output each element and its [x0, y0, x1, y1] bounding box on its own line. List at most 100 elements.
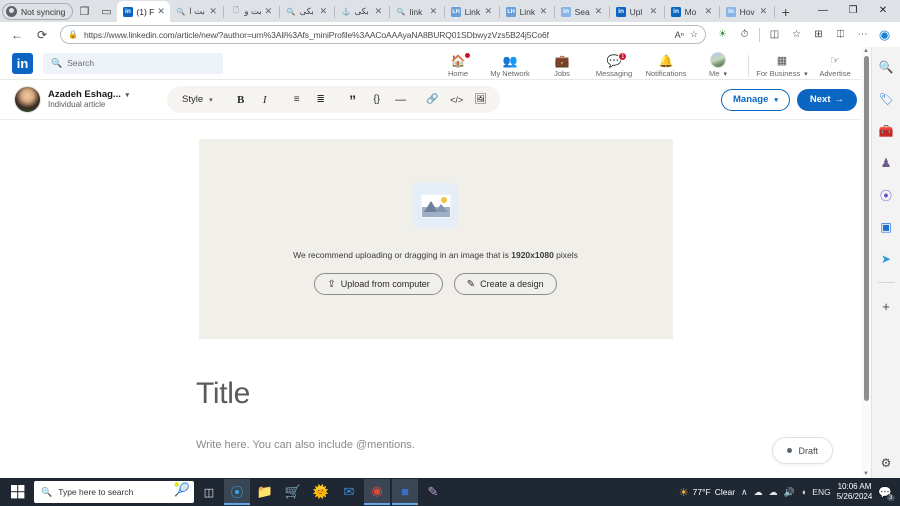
- browser-tab[interactable]: in Upl ✕: [611, 1, 663, 22]
- close-icon[interactable]: ✕: [430, 6, 438, 17]
- microsoft-365-icon[interactable]: ⦿: [876, 185, 896, 205]
- profile-sync-button[interactable]: Not syncing: [2, 3, 74, 20]
- favorites-icon[interactable]: ☆: [787, 25, 806, 44]
- browser-tab[interactable]: 🔍 بکی ✕: [281, 1, 333, 22]
- nav-item-my-network[interactable]: 👥 My Network: [484, 47, 536, 80]
- copilot-icon[interactable]: ◉: [875, 25, 894, 44]
- cloud-icon[interactable]: ☁: [769, 487, 778, 498]
- divider-icon[interactable]: —: [390, 89, 412, 110]
- code-block-icon[interactable]: {}: [366, 89, 388, 110]
- taskbar-search-input[interactable]: 🔍 Type here to search 🎾: [34, 481, 194, 503]
- inline-code-icon[interactable]: </>: [446, 89, 468, 110]
- edge-icon[interactable]: ⦿: [224, 479, 250, 505]
- add-sidebar-app-button[interactable]: +: [876, 296, 896, 316]
- microsoft-store-icon[interactable]: 🛒: [280, 479, 306, 505]
- manage-button[interactable]: Manage ▾: [721, 88, 790, 111]
- close-icon[interactable]: ✕: [265, 6, 273, 17]
- nav-item-notifications[interactable]: 🔔 Notifications: [640, 47, 692, 80]
- nav-item-advertise[interactable]: ☞ Advertise: [811, 47, 859, 80]
- browser-tab[interactable]: in Mo ✕: [666, 1, 718, 22]
- author-selector[interactable]: Azadeh Eshag... ▾ Individual article: [14, 86, 129, 113]
- upload-from-computer-button[interactable]: ⇪ Upload from computer: [314, 273, 443, 295]
- close-icon[interactable]: ✕: [540, 6, 548, 17]
- search-icon[interactable]: 🔍: [876, 57, 896, 77]
- browser-tab[interactable]: 🔍 link ✕: [391, 1, 443, 22]
- scroll-down-icon[interactable]: ▼: [861, 470, 871, 478]
- bulleted-list-icon[interactable]: ≡: [286, 89, 308, 110]
- link-icon[interactable]: 🔗: [422, 89, 444, 110]
- start-icon[interactable]: [4, 479, 32, 505]
- extensions-icon[interactable]: ⎅: [831, 25, 850, 44]
- next-button[interactable]: Next →: [796, 88, 857, 111]
- gear-icon[interactable]: ⚙: [881, 456, 892, 470]
- image-icon[interactable]: 🖼: [470, 89, 492, 110]
- bold-icon[interactable]: B: [230, 89, 252, 110]
- task-view-icon[interactable]: ◫: [196, 479, 222, 505]
- minimize-button[interactable]: —: [808, 0, 838, 21]
- close-icon[interactable]: ✕: [650, 6, 658, 17]
- article-title-input[interactable]: Title: [196, 377, 871, 411]
- close-icon[interactable]: ✕: [320, 6, 328, 17]
- create-a-design-button[interactable]: ✎ Create a design: [453, 273, 557, 295]
- close-icon[interactable]: ✕: [705, 6, 713, 17]
- browser-tab[interactable]: in Sea ✕: [556, 1, 608, 22]
- quote-icon[interactable]: ”: [342, 89, 364, 110]
- nav-item-jobs[interactable]: 💼 Jobs: [536, 47, 588, 80]
- split-screen-icon[interactable]: ◫: [765, 25, 784, 44]
- style-button[interactable]: Style ▾: [175, 89, 220, 110]
- browser-tab[interactable]: LH Link ✕: [501, 1, 553, 22]
- chrome-icon[interactable]: ◉: [364, 479, 390, 505]
- nav-item-home[interactable]: 🏠 Home: [432, 47, 484, 80]
- volume-icon[interactable]: 🔊: [784, 487, 795, 498]
- scrollbar-thumb[interactable]: [863, 56, 869, 401]
- read-aloud-icon[interactable]: Aⁿ: [675, 30, 684, 40]
- numbered-list-icon[interactable]: ≣: [310, 89, 332, 110]
- network-icon[interactable]: ◖: [801, 487, 806, 497]
- new-tab-button[interactable]: +: [776, 4, 796, 22]
- browser-tab[interactable]: in (1) F ✕: [117, 1, 171, 22]
- close-icon[interactable]: ✕: [157, 6, 165, 17]
- history-icon[interactable]: ⏱: [735, 25, 754, 44]
- close-icon[interactable]: ✕: [209, 6, 217, 17]
- browser-tab[interactable]: in Hov ✕: [721, 1, 773, 22]
- onedrive-icon[interactable]: ☁: [754, 487, 763, 498]
- settings-more-icon[interactable]: ⋯: [853, 25, 872, 44]
- scroll-up-icon[interactable]: ▲: [861, 47, 871, 55]
- telegram-icon[interactable]: ➤: [876, 249, 896, 269]
- browser-tab[interactable]: 🔍 بت ا ✕: [170, 1, 222, 22]
- games-icon[interactable]: ♟: [876, 153, 896, 173]
- outlook-icon[interactable]: ▣: [876, 217, 896, 237]
- tools-icon[interactable]: 🧰: [876, 121, 896, 141]
- weather-widget[interactable]: ☀ 77°F Clear: [679, 486, 735, 499]
- browser-tab[interactable]: 🗋 بت و ✕: [225, 1, 277, 22]
- shopping-tag-icon[interactable]: 🏷: [876, 89, 896, 109]
- close-icon[interactable]: ✕: [375, 6, 383, 17]
- mail-icon[interactable]: ✉: [336, 479, 362, 505]
- close-icon[interactable]: ✕: [595, 6, 603, 17]
- language-indicator[interactable]: ENG: [812, 487, 830, 497]
- linkedin-logo-icon[interactable]: in: [12, 52, 33, 74]
- nav-item-me[interactable]: Me ▾: [692, 47, 744, 80]
- page-scrollbar[interactable]: ▲ ▼: [861, 47, 871, 478]
- firefox-icon[interactable]: 🌞: [308, 479, 334, 505]
- maximize-button[interactable]: ❐: [838, 0, 868, 21]
- browser-essentials-icon[interactable]: ☀: [713, 25, 732, 44]
- browser-tab[interactable]: ⚓ بکی ✕: [336, 1, 388, 22]
- clock[interactable]: 10:06 AM 5/26/2024: [837, 482, 873, 502]
- nav-item-for-business[interactable]: ▦ For Business ▾: [753, 47, 811, 80]
- collections-icon[interactable]: ⊞: [809, 25, 828, 44]
- close-icon[interactable]: ✕: [485, 6, 493, 17]
- word-icon[interactable]: ■: [392, 479, 418, 505]
- reload-icon[interactable]: ⟳: [31, 24, 53, 46]
- search-input[interactable]: 🔍 Search: [43, 52, 223, 74]
- close-window-button[interactable]: ✕: [868, 0, 898, 21]
- url-input[interactable]: 🔒 https://www.linkedin.com/article/new/?…: [60, 25, 706, 44]
- back-icon[interactable]: ←: [6, 24, 28, 46]
- show-hidden-icons-chevron[interactable]: ∧: [741, 487, 748, 498]
- nav-item-messaging[interactable]: 💬 1 Messaging: [588, 47, 640, 80]
- italic-icon[interactable]: I: [254, 89, 276, 110]
- notifications-icon[interactable]: 💬 3: [878, 486, 896, 502]
- file-explorer-icon[interactable]: 📁: [252, 479, 278, 505]
- split-screen-icon[interactable]: ▭: [95, 1, 117, 21]
- favorite-star-icon[interactable]: ☆: [690, 29, 698, 40]
